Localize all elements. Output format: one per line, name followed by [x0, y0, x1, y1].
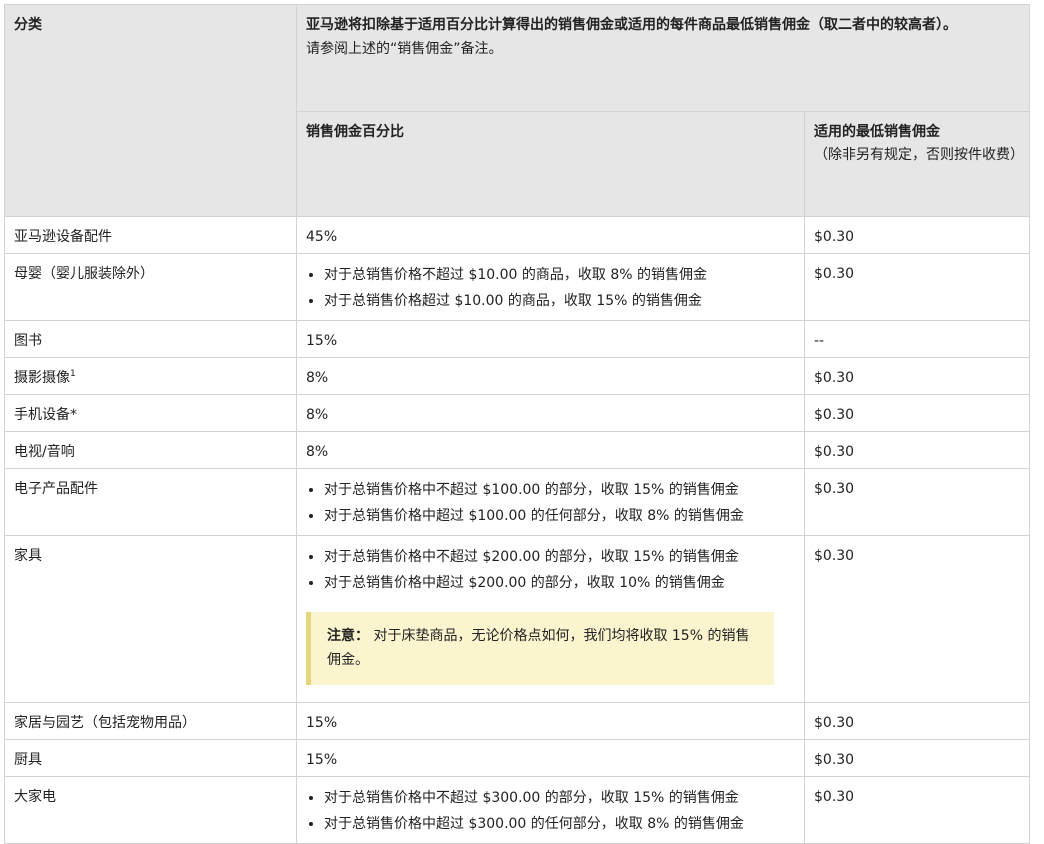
table-row: 电子产品配件 对于总销售价格中不超过 $100.00 的部分，收取 15% 的销… [4, 468, 1030, 536]
category-cell: 电子产品配件 [4, 468, 297, 536]
percent-cell: 对于总销售价格不超过 $10.00 的商品，收取 8% 的销售佣金 对于总销售价… [296, 253, 805, 321]
min-fee-label: 适用的最低销售佣金 [814, 124, 940, 140]
category-cell: 图书 [4, 320, 297, 358]
note-label: 注意： [327, 628, 369, 644]
category-cell: 电视/音响 [4, 431, 297, 469]
percent-cell: 对于总销售价格中不超过 $300.00 的部分，收取 15% 的销售佣金 对于总… [296, 776, 805, 844]
table-row: 母婴（婴儿服装除外） 对于总销售价格不超过 $10.00 的商品，收取 8% 的… [4, 253, 1030, 321]
category-cell: 家具 [4, 535, 297, 703]
note-text: 对于床垫商品，无论价格点如何，我们均将收取 15% 的销售佣金。 [327, 628, 750, 668]
category-label: 摄影摄像 [14, 370, 70, 386]
table-row: 图书 15% -- [4, 320, 1030, 358]
percent-cell: 8% [296, 431, 805, 469]
footnote-marker: 1 [70, 369, 76, 379]
percent-list: 对于总销售价格中不超过 $300.00 的部分，收取 15% 的销售佣金 对于总… [306, 785, 795, 837]
min-fee-cell: $0.30 [804, 702, 1030, 740]
list-item: 对于总销售价格超过 $10.00 的商品，收取 15% 的销售佣金 [309, 288, 795, 314]
percent-cell: 15% [296, 320, 805, 358]
table-row: 厨具 15% $0.30 [4, 739, 1030, 777]
min-fee-cell: -- [804, 320, 1030, 358]
category-cell: 摄影摄像1 [4, 357, 297, 395]
table-row: 大家电 对于总销售价格中不超过 $300.00 的部分，收取 15% 的销售佣金… [4, 776, 1030, 844]
category-cell: 厨具 [4, 739, 297, 777]
percent-list: 对于总销售价格中不超过 $100.00 的部分，收取 15% 的销售佣金 对于总… [306, 477, 795, 529]
category-cell: 大家电 [4, 776, 297, 844]
category-cell: 手机设备* [4, 394, 297, 432]
category-cell: 母婴（婴儿服装除外） [4, 253, 297, 321]
referral-fee-table: 分类 亚马逊将扣除基于适用百分比计算得出的销售佣金或适用的每件商品最低销售佣金（… [4, 4, 1030, 844]
list-item: 对于总销售价格中不超过 $100.00 的部分，收取 15% 的销售佣金 [309, 477, 795, 503]
min-fee-cell: $0.30 [804, 776, 1030, 844]
percent-cell: 45% [296, 216, 805, 254]
list-item: 对于总销售价格中超过 $100.00 的任何部分，收取 8% 的销售佣金 [309, 503, 795, 529]
note-box: 注意： 对于床垫商品，无论价格点如何，我们均将收取 15% 的销售佣金。 [306, 612, 774, 685]
table-row: 亚马逊设备配件 45% $0.30 [4, 216, 1030, 254]
table-row: 电视/音响 8% $0.30 [4, 431, 1030, 469]
min-fee-cell: $0.30 [804, 216, 1030, 254]
percent-cell: 对于总销售价格中不超过 $200.00 的部分，收取 15% 的销售佣金 对于总… [296, 535, 805, 703]
table-row: 手机设备* 8% $0.30 [4, 394, 1030, 432]
min-fee-cell: $0.30 [804, 253, 1030, 321]
min-fee-cell: $0.30 [804, 357, 1030, 395]
list-item: 对于总销售价格中超过 $300.00 的任何部分，收取 8% 的销售佣金 [309, 811, 795, 837]
min-fee-cell: $0.30 [804, 394, 1030, 432]
table-row: 摄影摄像1 8% $0.30 [4, 357, 1030, 395]
list-item: 对于总销售价格中超过 $200.00 的部分，收取 10% 的销售佣金 [309, 570, 795, 596]
table-row: 家具 对于总销售价格中不超过 $200.00 的部分，收取 15% 的销售佣金 … [4, 535, 1030, 703]
min-fee-cell: $0.30 [804, 431, 1030, 469]
percent-cell: 8% [296, 394, 805, 432]
min-fee-header: 适用的最低销售佣金 （除非另有规定，否则按件收费） [804, 111, 1030, 217]
percent-list: 对于总销售价格不超过 $10.00 的商品，收取 8% 的销售佣金 对于总销售价… [306, 262, 795, 314]
category-cell: 家居与园艺（包括宠物用品） [4, 702, 297, 740]
list-item: 对于总销售价格中不超过 $300.00 的部分，收取 15% 的销售佣金 [309, 785, 795, 811]
percent-cell: 8% [296, 357, 805, 395]
min-fee-cell: $0.30 [804, 739, 1030, 777]
percent-cell: 15% [296, 702, 805, 740]
percent-cell: 对于总销售价格中不超过 $100.00 的部分，收取 15% 的销售佣金 对于总… [296, 468, 805, 536]
intro-text: 亚马逊将扣除基于适用百分比计算得出的销售佣金或适用的每件商品最低销售佣金（取二者… [306, 17, 957, 33]
percent-list: 对于总销售价格中不超过 $200.00 的部分，收取 15% 的销售佣金 对于总… [306, 544, 795, 596]
list-item: 对于总销售价格不超过 $10.00 的商品，收取 8% 的销售佣金 [309, 262, 795, 288]
min-fee-cell: $0.30 [804, 468, 1030, 536]
percent-cell: 15% [296, 739, 805, 777]
table-row: 家居与园艺（包括宠物用品） 15% $0.30 [4, 702, 1030, 740]
percent-header: 销售佣金百分比 [296, 111, 805, 217]
intro-note: 请参阅上述的“销售佣金”备注。 [306, 41, 503, 57]
intro-header: 亚马逊将扣除基于适用百分比计算得出的销售佣金或适用的每件商品最低销售佣金（取二者… [296, 4, 1030, 112]
category-cell: 亚马逊设备配件 [4, 216, 297, 254]
category-header: 分类 [4, 4, 297, 217]
list-item: 对于总销售价格中不超过 $200.00 的部分，收取 15% 的销售佣金 [309, 544, 795, 570]
min-fee-cell: $0.30 [804, 535, 1030, 703]
min-fee-desc: （除非另有规定，否则按件收费） [814, 147, 1024, 163]
